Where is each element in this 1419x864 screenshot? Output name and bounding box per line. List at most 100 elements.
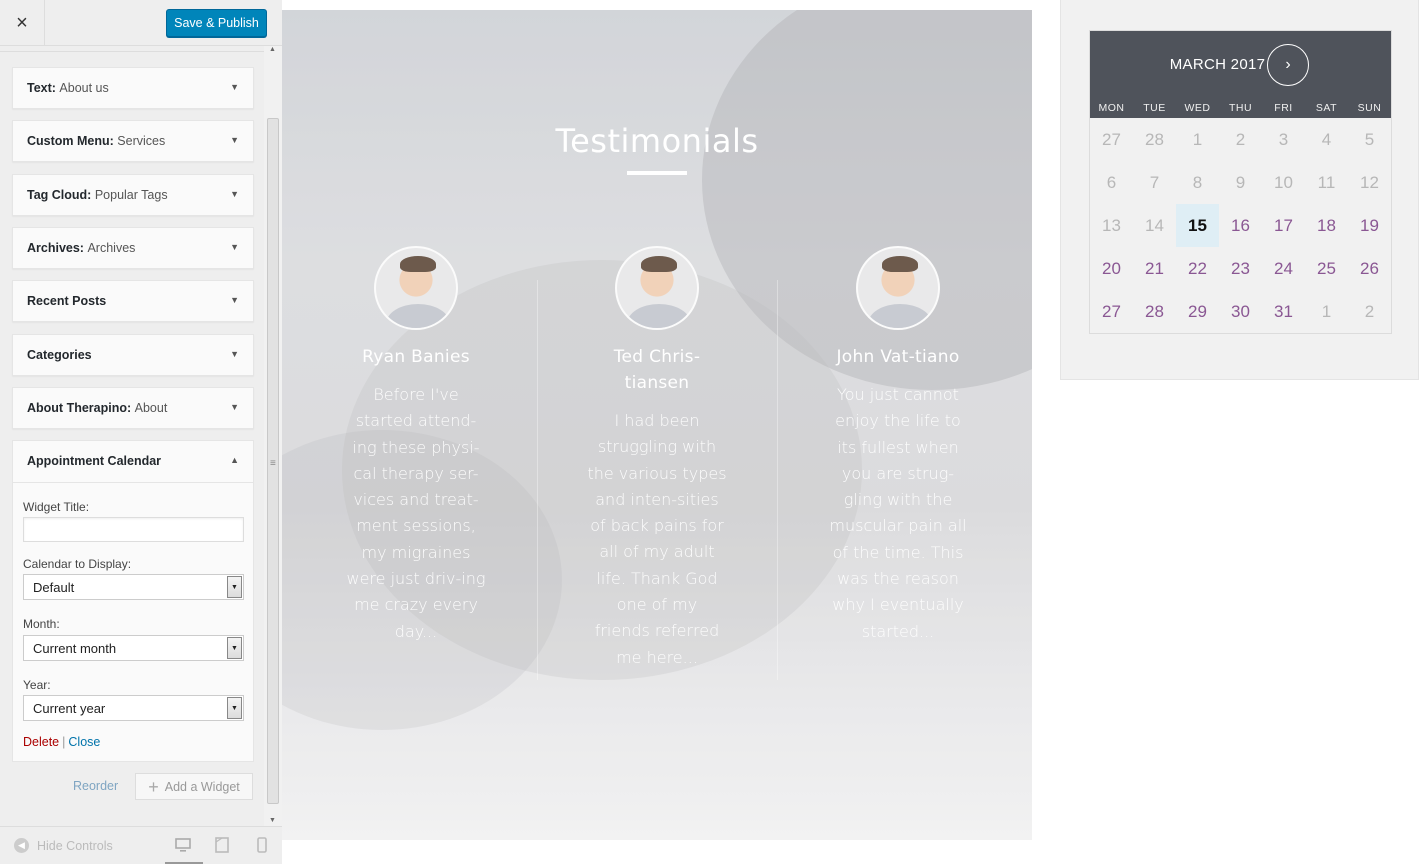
calendar-day: 1 [1321, 301, 1332, 321]
weekday-label: MON [1098, 102, 1125, 114]
scroll-down-arrow-icon[interactable]: ▼ [269, 817, 276, 824]
widget-title: Text: About us [27, 81, 109, 95]
expand-arrow-icon[interactable]: ▼ [230, 82, 239, 92]
calendar-day: 28 [1145, 129, 1164, 149]
customizer-sidebar: × Save & Publish Text: About us ▼ Custom… [0, 0, 282, 864]
calendar-day[interactable]: 21 [1133, 247, 1176, 290]
expand-arrow-icon[interactable]: ▼ [230, 349, 239, 359]
calendar-day[interactable]: 31 [1262, 290, 1305, 333]
calendar-display-select[interactable]: Default ▼ [23, 574, 244, 600]
expand-arrow-icon[interactable]: ▼ [230, 402, 239, 412]
avatar-hair [882, 256, 918, 272]
testimonial-card: Ted Chris-tiansen I had been struggling … [587, 246, 727, 671]
calendar-day[interactable]: 24 [1262, 247, 1305, 290]
panel-scrollbar[interactable]: ▲ ≡ ▼ [264, 46, 282, 826]
calendar-day: 27 [1102, 129, 1121, 149]
widget-title-input[interactable] [23, 517, 244, 542]
calendar-day: 1 [1192, 129, 1203, 149]
mobile-preview-icon[interactable] [254, 837, 270, 853]
calendar-day: 5 [1364, 129, 1375, 149]
select-value: Default [33, 580, 75, 595]
avatar-shirt [386, 304, 450, 328]
widget-custom-menu-services[interactable]: Custom Menu: Services ▼ [12, 120, 254, 162]
customizer-header: × Save & Publish [0, 0, 282, 46]
calendar-day[interactable]: 23 [1219, 247, 1262, 290]
appointment-calendar: MARCH 2017 › MON TUE WED THU FRI SAT SUN… [1089, 30, 1392, 334]
testimonial-card: John Vat-tiano You just cannot enjoy the… [828, 246, 968, 645]
avatar [374, 246, 458, 330]
testimonial-card: Ryan Banies Before I've started attend-i… [346, 246, 486, 645]
hide-controls-button[interactable]: ◀ Hide Controls [14, 838, 113, 853]
select-value: Current month [33, 641, 117, 656]
calendar-day[interactable]: 26 [1348, 247, 1391, 290]
section-title: Testimonials [555, 122, 759, 160]
widget-title: Categories [27, 348, 92, 362]
scroll-up-arrow-icon[interactable]: ▲ [269, 46, 276, 53]
calendar-day[interactable]: 20 [1090, 247, 1133, 290]
expand-arrow-icon[interactable]: ▼ [230, 189, 239, 199]
calendar-display-label: Calendar to Display: [23, 557, 132, 571]
select-value: Current year [33, 701, 106, 716]
tablet-preview-icon[interactable] [214, 837, 230, 853]
widget-actions: Delete | Close [23, 735, 100, 749]
dropdown-arrow-icon[interactable]: ▼ [227, 697, 242, 719]
avatar-shirt [627, 304, 691, 328]
panel-divider [0, 46, 264, 52]
calendar-day: 14 [1145, 215, 1164, 235]
widget-title: Tag Cloud: Popular Tags [27, 188, 168, 202]
avatar-shirt [868, 304, 932, 328]
next-month-button[interactable]: › [1267, 44, 1309, 86]
calendar-day[interactable]: 16 [1219, 204, 1262, 247]
calendar-day[interactable]: 19 [1348, 204, 1391, 247]
avatar-hair [400, 256, 436, 272]
desktop-preview-icon[interactable] [165, 837, 203, 864]
close-widget-link[interactable]: Close [68, 735, 100, 749]
widget-title: Appointment Calendar [27, 454, 162, 468]
close-customizer-button[interactable]: × [0, 0, 45, 46]
add-widget-label: Add a Widget [164, 779, 240, 794]
weekday-label: SUN [1357, 102, 1382, 114]
expand-arrow-icon[interactable]: ▼ [230, 242, 239, 252]
calendar-day: 12 [1360, 172, 1379, 192]
weekday-label: WED [1184, 102, 1211, 114]
dropdown-arrow-icon[interactable]: ▼ [227, 637, 242, 659]
widget-text-about-us[interactable]: Text: About us ▼ [12, 67, 254, 109]
plus-icon: + [148, 776, 159, 797]
calendar-day: 2 [1235, 129, 1246, 149]
calendar-day[interactable]: 15 [1176, 204, 1219, 247]
widget-about-therapino[interactable]: About Therapino: About ▼ [12, 387, 254, 429]
testimonial-quote: You just cannot enjoy the life to its fu… [829, 385, 967, 641]
calendar-day[interactable]: 28 [1133, 290, 1176, 333]
calendar-day[interactable]: 30 [1219, 290, 1262, 333]
widget-recent-posts[interactable]: Recent Posts ▼ [12, 280, 254, 322]
appointment-widget-header[interactable]: Appointment Calendar ▲ [13, 441, 253, 483]
calendar-day[interactable]: 25 [1305, 247, 1348, 290]
month-select[interactable]: Current month ▼ [23, 635, 244, 661]
widget-archives[interactable]: Archives: Archives ▼ [12, 227, 254, 269]
widget-tag-cloud[interactable]: Tag Cloud: Popular Tags ▼ [12, 174, 254, 216]
weekday-label: SAT [1315, 102, 1338, 114]
save-publish-button[interactable]: Save & Publish [166, 9, 267, 37]
expand-arrow-icon[interactable]: ▼ [230, 295, 239, 305]
separator: | [62, 735, 66, 749]
collapse-arrow-icon[interactable]: ▲ [230, 455, 239, 465]
testimonial-quote: Before I've started attend-ing these phy… [346, 385, 486, 641]
expand-arrow-icon[interactable]: ▼ [230, 135, 239, 145]
add-widget-button[interactable]: + Add a Widget [135, 773, 253, 800]
title-underline [627, 171, 687, 175]
widget-categories[interactable]: Categories ▼ [12, 334, 254, 376]
calendar-day[interactable]: 22 [1176, 247, 1219, 290]
year-select[interactable]: Current year ▼ [23, 695, 244, 721]
calendar-day: 8 [1192, 172, 1203, 192]
calendar-day[interactable]: 18 [1305, 204, 1348, 247]
calendar-day[interactable]: 27 [1090, 290, 1133, 333]
calendar-day[interactable]: 29 [1176, 290, 1219, 333]
scrollbar-thumb[interactable]: ≡ [267, 118, 279, 804]
column-divider [777, 280, 778, 680]
delete-widget-link[interactable]: Delete [23, 735, 59, 749]
reorder-link[interactable]: Reorder [73, 779, 118, 793]
dropdown-arrow-icon[interactable]: ▼ [227, 576, 242, 598]
calendar-day: 11 [1317, 172, 1336, 192]
calendar-day[interactable]: 17 [1262, 204, 1305, 247]
calendar-day: 10 [1274, 172, 1293, 192]
